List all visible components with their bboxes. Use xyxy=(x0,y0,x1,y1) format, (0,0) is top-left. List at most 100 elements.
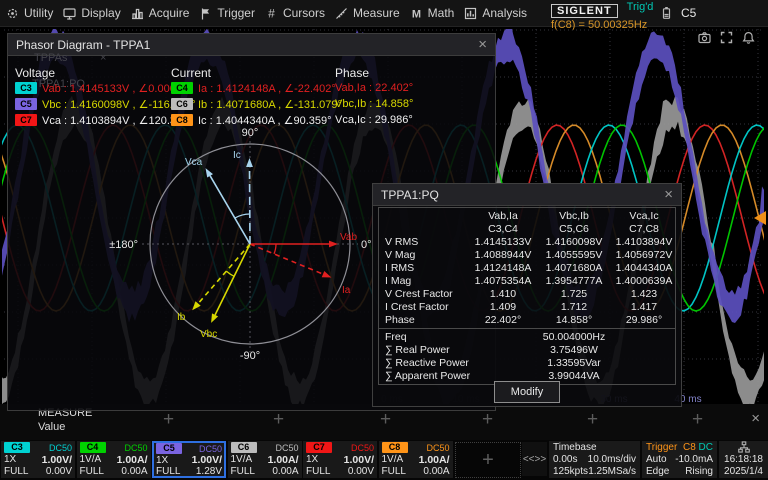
add-measurement-button[interactable]: + xyxy=(273,409,284,431)
svg-text:±180°: ±180° xyxy=(109,239,138,251)
trigger-status: Trig'd xyxy=(627,1,654,13)
vector-label-vab: Vab xyxy=(340,232,357,243)
clock-time: 16:18:18 xyxy=(724,454,763,465)
channel-box-c3[interactable]: C3DC501X1.00V/FULL0.00V xyxy=(1,441,75,478)
close-icon[interactable]: × xyxy=(478,37,487,52)
trigger-source: C8 xyxy=(683,442,696,453)
add-measurement-button[interactable]: + xyxy=(380,409,391,431)
empty-channel-slot[interactable]: + xyxy=(455,442,521,478)
pq-row-phase: Phase22.402°14.858°29.986° xyxy=(379,314,675,327)
pq-aggregate-row: Freq50.004000Hz xyxy=(379,331,675,344)
pq-row-v-crest-factor: V Crest Factor1.4101.7251.423 xyxy=(379,288,675,301)
pq-row-i-mag: I Mag1.4075354A1.3954777A1.4000639A xyxy=(379,275,675,288)
trigger-slope: Rising xyxy=(685,466,713,477)
pq-header-pairs: Vab,IaVbc,IbVca,Ic xyxy=(379,210,675,223)
phasor-dialog-title: Phasor Diagram - TPPA1 xyxy=(16,38,150,52)
clock-box: 16:18:18 2025/1/4 xyxy=(719,441,768,478)
timebase-delay: 0.00s xyxy=(553,454,577,465)
close-icon[interactable]: × xyxy=(751,410,760,427)
pq-aggregate-row: ∑ Real Power3.75496W xyxy=(379,344,675,357)
add-measurement-button[interactable]: + xyxy=(692,409,703,431)
measure-icon xyxy=(335,7,348,20)
pq-aggregate-row: ∑ Reactive Power1.33595Var xyxy=(379,357,675,370)
menu-item-cursors[interactable]: #Cursors xyxy=(265,6,325,20)
channel-box-c4[interactable]: C4DC501V/A1.00A/FULL0.00A xyxy=(77,441,151,478)
pq-header-channels: C3,C4C5,C6C7,C8 xyxy=(379,223,675,236)
svg-text:-90°: -90° xyxy=(240,350,260,362)
trigger-level: -10.0mA xyxy=(675,454,713,465)
phasor-vector-ia xyxy=(250,244,323,274)
phasor-vector-ib xyxy=(198,244,250,304)
oscilloscope-screen: Utility Display Acquire Trigger #Cursors Meas… xyxy=(0,0,768,480)
timebase-points: 125kpts xyxy=(553,466,588,477)
menu-item-utility[interactable]: Utility xyxy=(6,6,53,20)
measure-value-label: Value xyxy=(38,421,65,433)
pq-row-i-rms: I RMS1.4124148A1.4071680A1.4044340A xyxy=(379,262,675,275)
gear-icon xyxy=(6,7,19,20)
phase-arc xyxy=(274,244,276,254)
channel-box-c5[interactable]: C5DC501X1.00V/FULL1.28V xyxy=(152,441,226,478)
menu-item-display[interactable]: Display xyxy=(63,6,120,20)
menu-item-trigger[interactable]: Trigger xyxy=(199,6,255,20)
trigger-box[interactable]: Trigger C8 DC Auto -10.0mA Edge Rising xyxy=(642,441,717,478)
vector-label-ib: Ib xyxy=(177,312,186,323)
trigger-title: Trigger xyxy=(646,442,677,453)
add-measurement-button[interactable]: + xyxy=(587,409,598,431)
channel-bar: + <<>> Timebase 0.00s10.0ms/div 125kpts1… xyxy=(0,440,768,480)
pq-row-v-mag: V Mag1.4088944V1.4055595V1.4056972V xyxy=(379,249,675,262)
channel-badge-c4: C4 xyxy=(80,442,106,453)
vector-label-ia: Ia xyxy=(342,285,351,296)
timebase-scale: 10.0ms/div xyxy=(588,454,636,465)
phase-arc xyxy=(226,271,234,276)
menu-item-math[interactable]: MMath xyxy=(410,6,455,20)
clock-date: 2025/1/4 xyxy=(724,466,763,477)
active-channel-indicator[interactable]: C5 xyxy=(681,6,696,20)
timebase-title: Timebase xyxy=(553,442,597,453)
svg-text:M: M xyxy=(412,8,421,20)
brand-block: SIGLENTTrig'd f(C8) = 50.00325Hz xyxy=(551,1,666,26)
add-measurement-button[interactable]: + xyxy=(163,409,174,431)
vector-label-ic: Ic xyxy=(233,150,241,161)
vector-label-vbc: Vbc xyxy=(200,329,217,340)
phasor-vector-vbc xyxy=(215,244,250,315)
scroll-arrows[interactable]: <<>> xyxy=(522,442,547,476)
timebase-rate: 1.25MSa/s xyxy=(588,466,636,477)
svg-text:0°: 0° xyxy=(361,239,372,251)
channel-badge-c3: C3 xyxy=(4,442,30,453)
pq-dialog-titlebar[interactable]: TPPA1:PQ × xyxy=(373,184,681,206)
channel-box-c7[interactable]: C7DC501X1.00V/FULL0.00V xyxy=(303,441,377,478)
trigger-type: Edge xyxy=(646,466,669,477)
channel-box-c8[interactable]: C8DC501V/A1.00A/FULL0.00A xyxy=(379,441,453,478)
expand-icon[interactable] xyxy=(720,31,733,49)
modify-button[interactable]: Modify xyxy=(494,381,560,403)
menu-item-analysis[interactable]: Analysis xyxy=(464,6,527,20)
osd-icon-group xyxy=(698,31,755,49)
timebase-box[interactable]: Timebase 0.00s 10.0ms/div 125kpts1.25MSa/… xyxy=(549,441,640,478)
trigger-coupling: DC xyxy=(699,442,713,453)
svg-text:90°: 90° xyxy=(242,127,259,139)
display-icon xyxy=(63,7,76,20)
math-icon: M xyxy=(410,7,423,20)
pq-dialog: TPPA1:PQ × Vab,IaVbc,IbVca,IcC3,C4C5,C6C… xyxy=(372,183,682,407)
menu-item-measure[interactable]: Measure xyxy=(335,6,400,20)
trigger-mode: Auto xyxy=(646,454,667,465)
menu-bar: Utility Display Acquire Trigger #Cursors Meas… xyxy=(0,0,768,27)
phasor-dialog-titlebar[interactable]: Phasor Diagram - TPPA1 × xyxy=(8,34,495,56)
channel-badge-c5: C5 xyxy=(156,443,182,454)
flag-icon xyxy=(199,7,212,20)
brand-logo: SIGLENT xyxy=(551,4,618,18)
pq-row-i-crest-factor: I Crest Factor1.4091.7121.417 xyxy=(379,301,675,314)
camera-icon[interactable] xyxy=(698,31,711,49)
add-measurement-button[interactable]: + xyxy=(482,409,493,431)
cursors-icon: # xyxy=(265,7,278,20)
menu-item-acquire[interactable]: Acquire xyxy=(131,6,190,20)
pq-table: Vab,IaVbc,IbVca,IcC3,C4C5,C6C7,C8V RMS1.… xyxy=(378,207,676,385)
bell-icon[interactable] xyxy=(742,31,755,49)
channel-badge-c6: C6 xyxy=(231,442,257,453)
channel-box-c6[interactable]: C6DC501V/A1.00A/FULL0.00A xyxy=(228,441,302,478)
phasor-vector-vca xyxy=(210,176,250,244)
battery-icon xyxy=(660,6,673,24)
pq-dialog-title: TPPA1:PQ xyxy=(381,188,439,202)
close-icon[interactable]: × xyxy=(664,187,673,202)
channel-badge-c8: C8 xyxy=(382,442,408,453)
